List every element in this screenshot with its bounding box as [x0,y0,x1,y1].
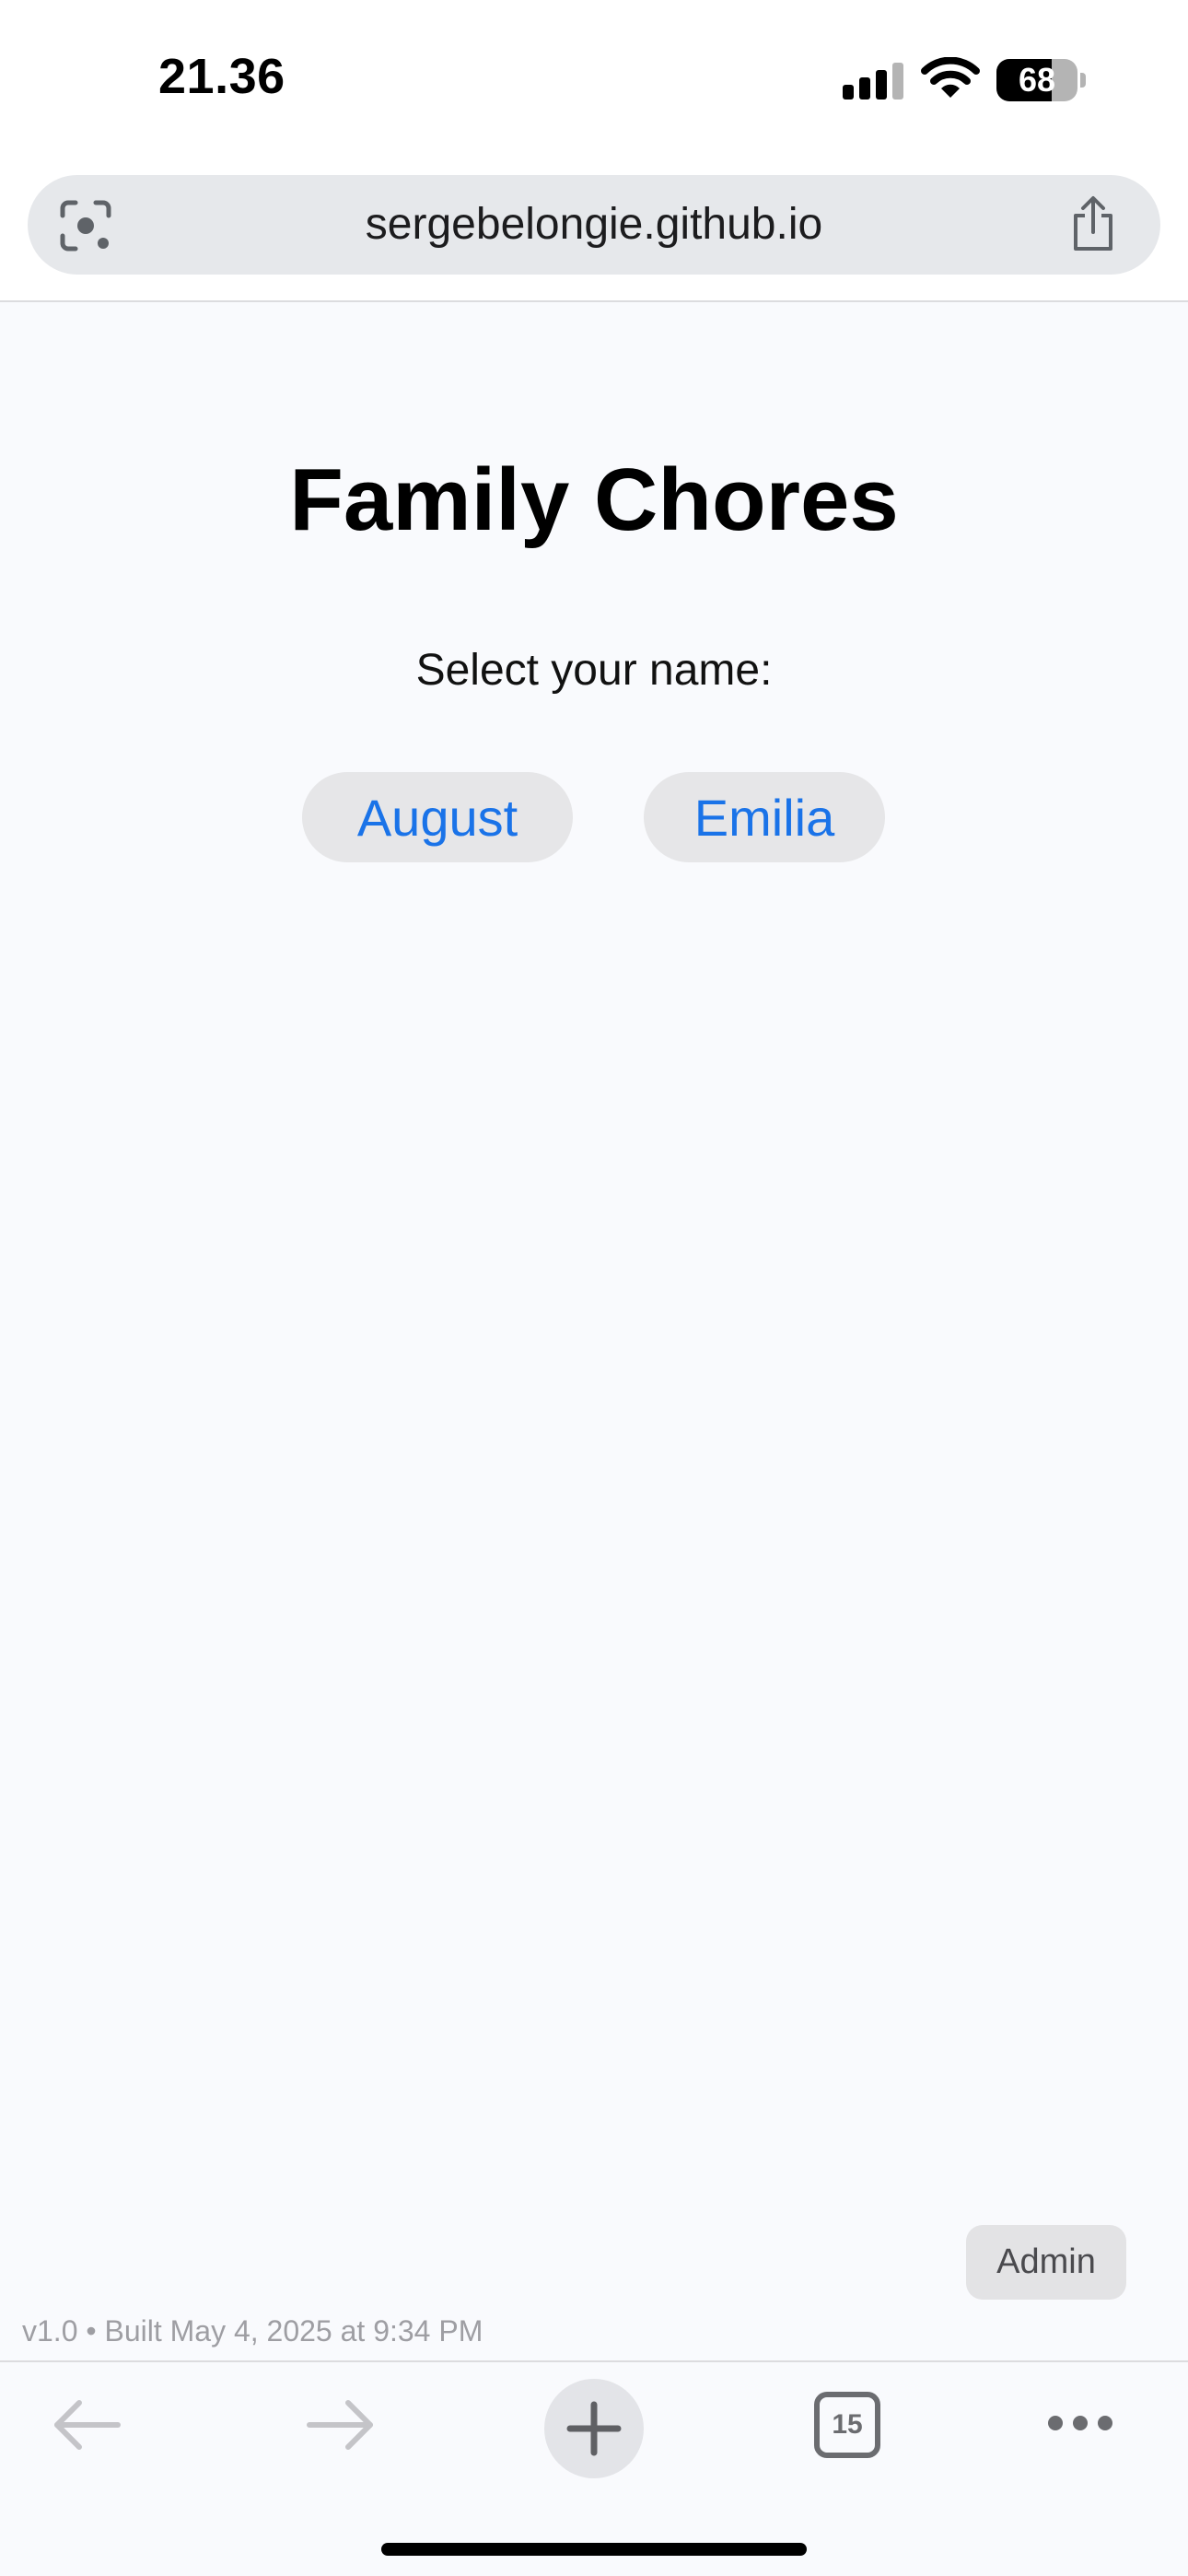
status-bar: 21.36 68 [0,0,1188,162]
status-time: 21.36 [158,49,285,104]
page-title: Family Chores [289,451,899,549]
wifi-icon [921,57,980,98]
home-indicator [381,2543,807,2556]
share-icon[interactable] [1068,195,1118,252]
plus-icon [566,2401,622,2456]
forward-arrow-icon[interactable] [306,2399,376,2451]
version-info: v1.0 • Built May 4, 2025 at 9:34 PM [22,2314,483,2348]
name-button-emilia[interactable]: Emilia [644,772,885,862]
tabs-button[interactable]: 15 [814,2392,880,2458]
admin-button[interactable]: Admin [966,2225,1126,2300]
back-arrow-icon[interactable] [52,2399,122,2451]
tab-count: 15 [832,2409,863,2440]
cellular-signal-icon [843,63,903,100]
url-text[interactable]: sergebelongie.github.io [28,175,1160,275]
browser-address-area: sergebelongie.github.io [0,162,1188,302]
screen: 21.36 68 sergebelongie.github.io Family … [0,0,1188,2576]
name-prompt: Select your name: [415,646,773,695]
battery-percentage: 68 [1018,61,1056,99]
more-dots-icon[interactable] [1046,2412,1114,2434]
new-tab-button[interactable] [544,2379,644,2478]
battery-icon: 68 [996,59,1086,101]
name-button-august[interactable]: August [302,772,573,862]
address-bar[interactable]: sergebelongie.github.io [28,175,1160,275]
